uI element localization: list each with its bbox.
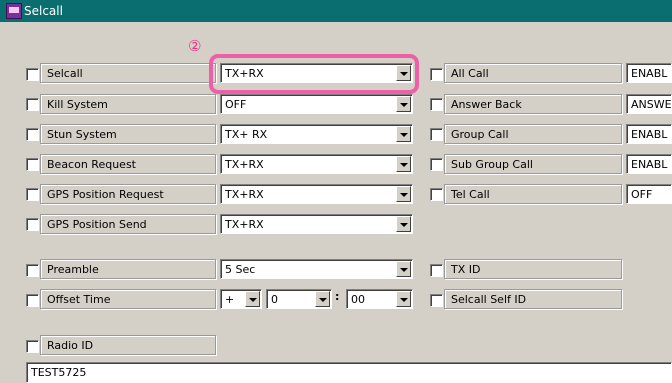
offset-minutes-value: 0: [271, 293, 278, 306]
stun-system-label: Stun System: [40, 124, 216, 144]
chevron-down-icon[interactable]: [396, 291, 411, 307]
stun-system-select[interactable]: TX+ RX: [220, 124, 413, 144]
offset-minutes-select[interactable]: 0: [266, 289, 332, 309]
selcall-self-id-label: Selcall Self ID: [444, 289, 622, 309]
tel-call-label: Tel Call: [444, 184, 622, 204]
gps-position-request-value: TX+RX: [225, 188, 264, 201]
chevron-down-icon[interactable]: [396, 261, 411, 277]
all-call-label: All Call: [444, 63, 622, 83]
chevron-down-icon[interactable]: [396, 126, 411, 142]
stun-system-value: TX+ RX: [225, 128, 268, 141]
offset-seconds-value: 00: [351, 293, 365, 306]
tel-call-field[interactable]: OFF: [626, 184, 672, 204]
selection-highlight: [209, 54, 419, 94]
all-call-field[interactable]: ENABL: [626, 63, 672, 83]
title-bar: Selcall: [0, 0, 672, 22]
window-title: Selcall: [24, 4, 63, 18]
stun-system-checkbox[interactable]: [26, 128, 39, 141]
radio-id-checkbox[interactable]: [26, 340, 39, 353]
chevron-down-icon[interactable]: [396, 186, 411, 202]
kill-system-label: Kill System: [40, 94, 216, 114]
selcall-self-id-checkbox[interactable]: [430, 294, 443, 307]
gps-position-send-select[interactable]: TX+RX: [220, 214, 413, 234]
offset-time-checkbox[interactable]: [26, 294, 39, 307]
chevron-down-icon[interactable]: [396, 156, 411, 172]
tel-call-checkbox[interactable]: [430, 188, 443, 201]
kill-system-checkbox[interactable]: [26, 98, 39, 111]
kill-system-value: OFF: [225, 98, 247, 111]
beacon-request-checkbox[interactable]: [26, 158, 39, 171]
offset-sign-select[interactable]: +: [220, 289, 262, 309]
preamble-checkbox[interactable]: [26, 264, 39, 277]
offset-time-label: Offset Time: [40, 289, 216, 309]
app-icon: [6, 3, 22, 19]
selcall-checkbox[interactable]: [26, 68, 39, 81]
gps-position-request-label: GPS Position Request: [40, 184, 216, 204]
beacon-request-label: Beacon Request: [40, 154, 216, 174]
chevron-down-icon[interactable]: [315, 291, 330, 307]
gps-position-send-checkbox[interactable]: [26, 218, 39, 231]
annotation-marker: ②: [188, 37, 202, 55]
offset-seconds-select[interactable]: 00: [346, 289, 413, 309]
chevron-down-icon[interactable]: [396, 96, 411, 112]
chevron-down-icon[interactable]: [396, 216, 411, 232]
answer-back-label: Answer Back: [444, 94, 622, 114]
gps-position-send-value: TX+RX: [225, 218, 264, 231]
beacon-request-value: TX+RX: [225, 158, 264, 171]
offset-sign-value: +: [225, 293, 235, 306]
chevron-down-icon[interactable]: [245, 291, 260, 307]
radio-id-label: Radio ID: [40, 335, 216, 355]
preamble-value: 5 Sec: [225, 263, 256, 276]
time-separator: :: [335, 290, 340, 303]
selcall-label: Selcall: [40, 63, 216, 83]
group-call-field[interactable]: ENABL: [626, 124, 672, 144]
preamble-select[interactable]: 5 Sec: [220, 259, 413, 279]
sub-group-call-field[interactable]: ENABL: [626, 154, 672, 174]
tx-id-label: TX ID: [444, 259, 622, 279]
gps-position-send-label: GPS Position Send: [40, 214, 216, 234]
gps-position-request-select[interactable]: TX+RX: [220, 184, 413, 204]
all-call-checkbox[interactable]: [430, 68, 443, 81]
radio-id-field[interactable]: TEST5725: [26, 362, 672, 383]
gps-position-request-checkbox[interactable]: [26, 188, 39, 201]
sub-group-call-checkbox[interactable]: [430, 158, 443, 171]
group-call-label: Group Call: [444, 124, 622, 144]
tx-id-checkbox[interactable]: [430, 264, 443, 277]
sub-group-call-label: Sub Group Call: [444, 154, 622, 174]
kill-system-select[interactable]: OFF: [220, 94, 413, 114]
answer-back-checkbox[interactable]: [430, 98, 443, 111]
answer-back-field[interactable]: ANSWE: [626, 94, 672, 114]
group-call-checkbox[interactable]: [430, 128, 443, 141]
beacon-request-select[interactable]: TX+RX: [220, 154, 413, 174]
preamble-label: Preamble: [40, 259, 216, 279]
